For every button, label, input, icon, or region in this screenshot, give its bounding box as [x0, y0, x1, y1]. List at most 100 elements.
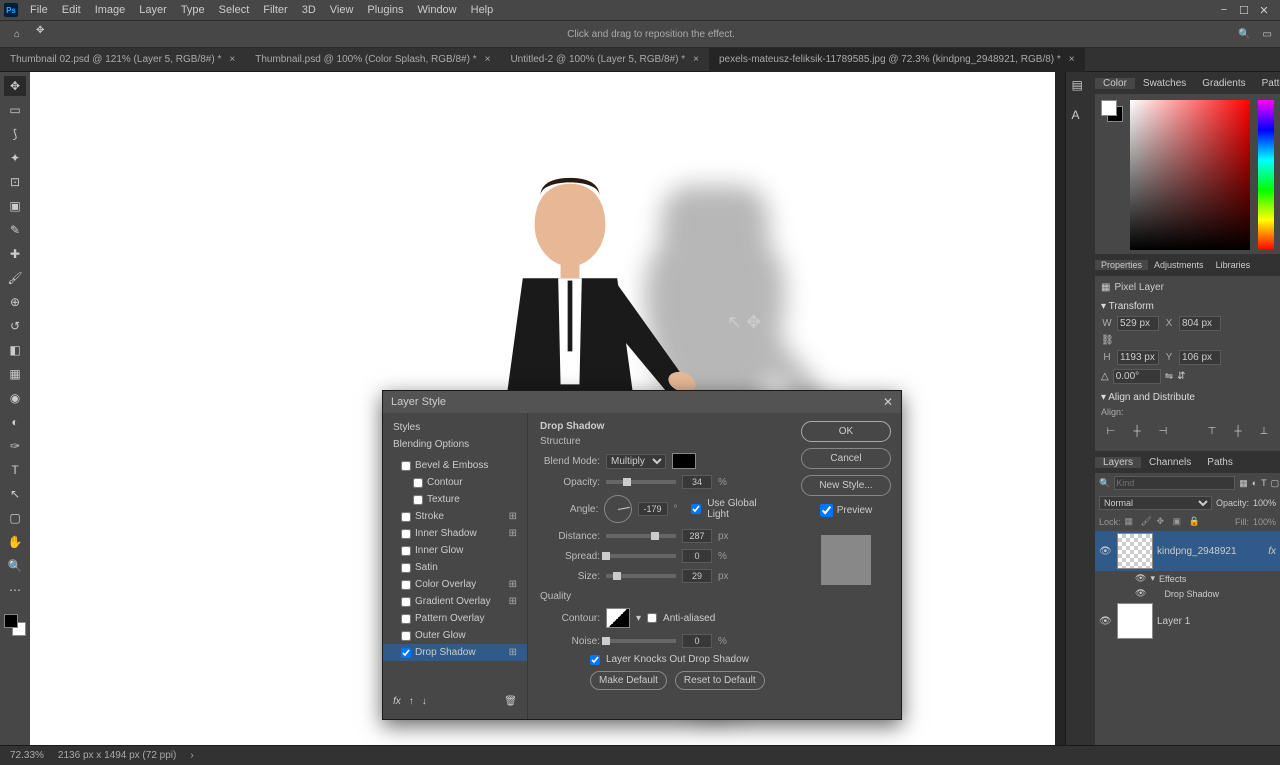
fill-value[interactable]: 100% [1253, 517, 1276, 527]
doc-tab[interactable]: Thumbnail 02.psd @ 121% (Layer 5, RGB/8#… [0, 48, 245, 72]
layer-name[interactable]: Layer 1 [1157, 616, 1190, 627]
style-checkbox[interactable] [401, 614, 411, 624]
eyedropper-tool[interactable]: ✎ [4, 220, 26, 240]
libraries-tab[interactable]: Libraries [1210, 260, 1257, 270]
global-light-checkbox[interactable] [691, 504, 701, 514]
style-checkbox[interactable] [401, 512, 411, 522]
style-drop-shadow[interactable]: Drop Shadow⊞ [383, 644, 527, 661]
hue-slider[interactable] [1258, 100, 1274, 250]
blur-tool[interactable]: ◉ [4, 388, 26, 408]
align-left-icon[interactable]: ⊢ [1101, 421, 1121, 441]
search-icon[interactable]: 🔍 [1238, 29, 1250, 40]
history-brush-tool[interactable]: ↺ [4, 316, 26, 336]
spread-field[interactable] [682, 549, 712, 563]
width-field[interactable] [1117, 316, 1159, 331]
lock-nest-icon[interactable]: ▣ [1173, 516, 1185, 528]
menu-3d[interactable]: 3D [296, 4, 322, 16]
adjustments-tab[interactable]: Adjustments [1148, 260, 1210, 270]
align-hcenter-icon[interactable]: ┼ [1127, 421, 1147, 441]
lock-paint-icon[interactable]: 🖌 [1141, 516, 1153, 528]
style-inner-shadow[interactable]: Inner Shadow⊞ [383, 525, 527, 542]
style-checkbox[interactable] [401, 631, 411, 641]
antialias-checkbox[interactable] [647, 613, 657, 623]
window-close-icon[interactable]: ✕ [1258, 4, 1270, 16]
color-swatches[interactable] [4, 614, 26, 636]
layer-item[interactable]: 👁 kindpng_2948921 fx [1095, 531, 1280, 571]
style-contour[interactable]: Contour [383, 474, 527, 491]
style-outer-glow[interactable]: Outer Glow [383, 627, 527, 644]
patterns-tab[interactable]: Patterns [1254, 78, 1280, 89]
align-vcenter-icon[interactable]: ┼ [1228, 421, 1248, 441]
stamp-tool[interactable]: ⊕ [4, 292, 26, 312]
close-icon[interactable]: ✕ [883, 395, 893, 409]
lock-trans-icon[interactable]: ▦ [1125, 516, 1137, 528]
channels-tab[interactable]: Channels [1141, 457, 1199, 468]
distance-field[interactable] [682, 529, 712, 543]
visibility-icon[interactable]: 👁 [1099, 616, 1113, 627]
blend-mode-select[interactable]: Multiply [606, 454, 666, 469]
char-panel-icon[interactable]: A [1072, 108, 1090, 126]
frame-tool[interactable]: ▣ [4, 196, 26, 216]
close-icon[interactable]: × [229, 54, 235, 65]
flip-h-icon[interactable]: ⇋ [1165, 371, 1173, 382]
menu-filter[interactable]: Filter [257, 4, 293, 16]
filter-adj-icon[interactable]: ◐ [1252, 476, 1257, 490]
align-right-icon[interactable]: ⊣ [1153, 421, 1173, 441]
add-effect-icon[interactable]: ⊞ [509, 528, 517, 539]
style-stroke[interactable]: Stroke⊞ [383, 508, 527, 525]
workspace-icon[interactable]: ▭ [1263, 29, 1272, 40]
filter-kind-icon[interactable]: 🔍 [1099, 478, 1110, 489]
color-fg-bg[interactable] [1101, 100, 1123, 122]
lock-all-icon[interactable]: 🔒 [1189, 516, 1201, 528]
angle-field[interactable] [1113, 369, 1161, 384]
close-icon[interactable]: × [693, 54, 699, 65]
link-icon[interactable]: ⛓ [1101, 335, 1113, 346]
home-icon[interactable]: ⌂ [8, 25, 26, 43]
layer-item[interactable]: 👁 Layer 1 [1095, 601, 1280, 641]
filter-kind-input[interactable] [1114, 476, 1235, 490]
style-texture[interactable]: Texture [383, 491, 527, 508]
swatches-tab[interactable]: Swatches [1135, 78, 1194, 89]
blending-options[interactable]: Blending Options [383, 436, 527, 453]
lock-pos-icon[interactable]: ✥ [1157, 516, 1169, 528]
style-checkbox[interactable] [413, 495, 423, 505]
x-field[interactable] [1179, 316, 1221, 331]
align-bottom-icon[interactable]: ⊥ [1254, 421, 1274, 441]
style-checkbox[interactable] [401, 563, 411, 573]
size-slider[interactable] [606, 574, 676, 578]
window-maximize-icon[interactable]: ☐ [1238, 4, 1250, 16]
zoom-tool[interactable]: 🔍 [4, 556, 26, 576]
menu-file[interactable]: File [24, 4, 54, 16]
layer-name[interactable]: kindpng_2948921 [1157, 546, 1237, 557]
opacity-value[interactable]: 100% [1253, 498, 1276, 508]
style-checkbox[interactable] [401, 461, 411, 471]
gradient-tool[interactable]: ▦ [4, 364, 26, 384]
paths-tab[interactable]: Paths [1199, 457, 1241, 468]
spread-slider[interactable] [606, 554, 676, 558]
add-effect-icon[interactable]: ⊞ [509, 511, 517, 522]
trash-icon[interactable]: 🗑 [504, 696, 517, 707]
transform-section[interactable]: ▾ Transform [1101, 297, 1274, 316]
effect-drop-shadow[interactable]: 👁Drop Shadow [1095, 586, 1280, 601]
style-checkbox[interactable] [401, 546, 411, 556]
align-top-icon[interactable]: ⊤ [1202, 421, 1222, 441]
style-satin[interactable]: Satin [383, 559, 527, 576]
knockout-checkbox[interactable] [590, 655, 600, 665]
move-tool[interactable]: ✥ [4, 76, 26, 96]
height-field[interactable] [1117, 350, 1159, 365]
noise-field[interactable] [682, 634, 712, 648]
menu-help[interactable]: Help [465, 4, 500, 16]
preview-checkbox[interactable] [820, 504, 833, 517]
doc-tab[interactable]: Thumbnail.psd @ 100% (Color Splash, RGB/… [245, 48, 500, 72]
filter-shape-icon[interactable]: ▢ [1271, 476, 1280, 490]
filter-pixel-icon[interactable]: ▦ [1239, 476, 1248, 490]
close-icon[interactable]: × [1069, 54, 1075, 65]
marquee-tool[interactable]: ▭ [4, 100, 26, 120]
more-tools[interactable]: ⋯ [4, 580, 26, 600]
close-icon[interactable]: × [485, 54, 491, 65]
opacity-slider[interactable] [606, 480, 676, 484]
align-section[interactable]: ▾ Align and Distribute [1101, 388, 1274, 407]
color-tab[interactable]: Color [1095, 78, 1135, 89]
hand-tool[interactable]: ✋ [4, 532, 26, 552]
type-tool[interactable]: T [4, 460, 26, 480]
